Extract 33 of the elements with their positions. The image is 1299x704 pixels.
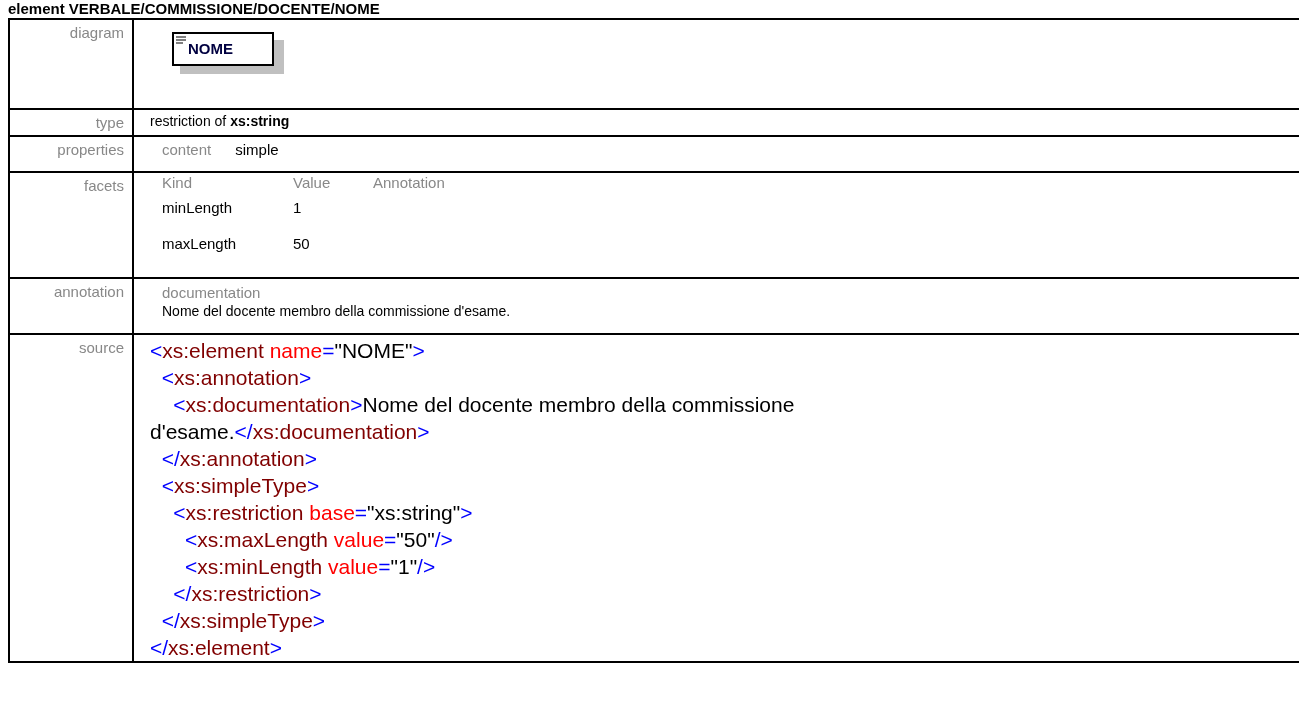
code-line: <xs:minLength value="1"/> <box>184 555 436 578</box>
row-label: source <box>78 339 124 356</box>
property-name: content <box>162 139 212 160</box>
row-label: annotation <box>53 283 124 300</box>
annotation-heading: documentation <box>162 284 261 301</box>
facet-kind: minLength <box>162 198 234 218</box>
facet-value: 50 <box>293 234 310 254</box>
code-line: </xs:simpleType> <box>160 609 326 632</box>
code-line: </xs:element> <box>150 636 282 659</box>
code-line: <xs:documentation>Nome del docente membro della commissione <box>172 393 795 416</box>
code-line: <xs:maxLength value="50"/> <box>184 528 453 551</box>
column-header: Value <box>293 173 332 193</box>
code-line: <xs:simpleType> <box>160 474 320 497</box>
code-line: </xs:restriction> <box>172 582 322 605</box>
annotation-text: Nome del docente membro della commissione d'esame. <box>162 303 511 319</box>
page-title: element VERBALE/COMMISSIONE/DOCENTE/NOME <box>8 0 380 17</box>
column-header: Kind <box>162 173 194 193</box>
property-value: simple <box>235 139 279 160</box>
code-line: <xs:restriction base="xs:string"> <box>172 501 473 524</box>
facet-value: 1 <box>293 198 302 218</box>
code-line: </xs:annotation> <box>160 447 317 470</box>
code-line: d'esame.</xs:documentation> <box>150 420 430 443</box>
column-header: Annotation <box>373 173 445 193</box>
lines-icon <box>176 36 186 44</box>
element-name: NOME <box>188 38 233 59</box>
type-text: restriction of xs:string <box>150 113 290 129</box>
code-line: <xs:element name="NOME"> <box>150 339 425 362</box>
row-label: type <box>95 114 124 131</box>
row-label: properties <box>57 140 124 158</box>
facet-kind: maxLength <box>162 234 238 254</box>
row-label: diagram <box>69 24 124 41</box>
code-line: <xs:annotation> <box>160 366 312 389</box>
row-label: facets <box>83 177 124 194</box>
